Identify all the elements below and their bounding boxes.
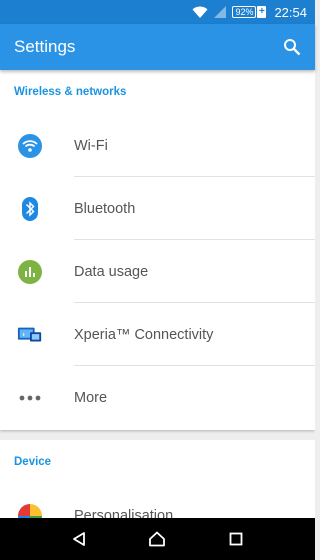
search-icon[interactable] <box>281 36 303 58</box>
wifi-status-icon <box>192 6 208 19</box>
status-bar: 92% + 22:54 <box>0 0 315 24</box>
settings-item-xperia-connectivity[interactable]: Xperia™ Connectivity <box>0 303 315 366</box>
settings-item-wifi[interactable]: Wi-Fi <box>0 114 315 177</box>
screen-mirroring-icon <box>17 322 43 348</box>
cell-signal-icon <box>214 6 227 18</box>
settings-list: Wireless & networks Wi-Fi Bluetooth Data… <box>0 70 315 518</box>
settings-item-personalisation[interactable]: Personalisation <box>0 484 315 518</box>
section-header-wireless: Wireless & networks <box>14 86 127 98</box>
personalisation-icon <box>17 503 43 518</box>
back-icon[interactable] <box>67 527 91 551</box>
app-bar: Settings <box>0 24 315 70</box>
settings-item-data-usage[interactable]: Data usage <box>0 240 315 303</box>
page-title: Settings <box>14 37 76 56</box>
more-dots-icon <box>17 385 43 411</box>
status-clock: 22:54 <box>274 4 307 20</box>
settings-item-label: Wi-Fi <box>74 137 108 154</box>
settings-item-more[interactable]: More <box>0 366 315 429</box>
settings-item-label: Bluetooth <box>74 200 136 217</box>
battery-charging-plus: + <box>257 6 267 18</box>
navigation-bar <box>0 518 315 560</box>
battery-percent: 92% <box>232 6 257 18</box>
data-usage-icon <box>17 259 43 285</box>
settings-item-label: Data usage <box>74 263 149 280</box>
wireless-section: Wireless & networks Wi-Fi Bluetooth Data… <box>0 70 315 430</box>
settings-item-label: Personalisation <box>74 507 174 519</box>
recents-icon[interactable] <box>224 527 248 551</box>
home-icon[interactable] <box>145 527 169 551</box>
settings-item-label: Xperia™ Connectivity <box>74 326 214 343</box>
wifi-icon <box>17 133 43 159</box>
device-section: Device Personalisation <box>0 440 315 518</box>
bluetooth-icon <box>17 196 43 222</box>
battery-icon: 92% + <box>232 6 267 18</box>
settings-item-bluetooth[interactable]: Bluetooth <box>0 177 315 240</box>
settings-item-label: More <box>74 389 108 406</box>
section-header-device: Device <box>14 456 52 468</box>
